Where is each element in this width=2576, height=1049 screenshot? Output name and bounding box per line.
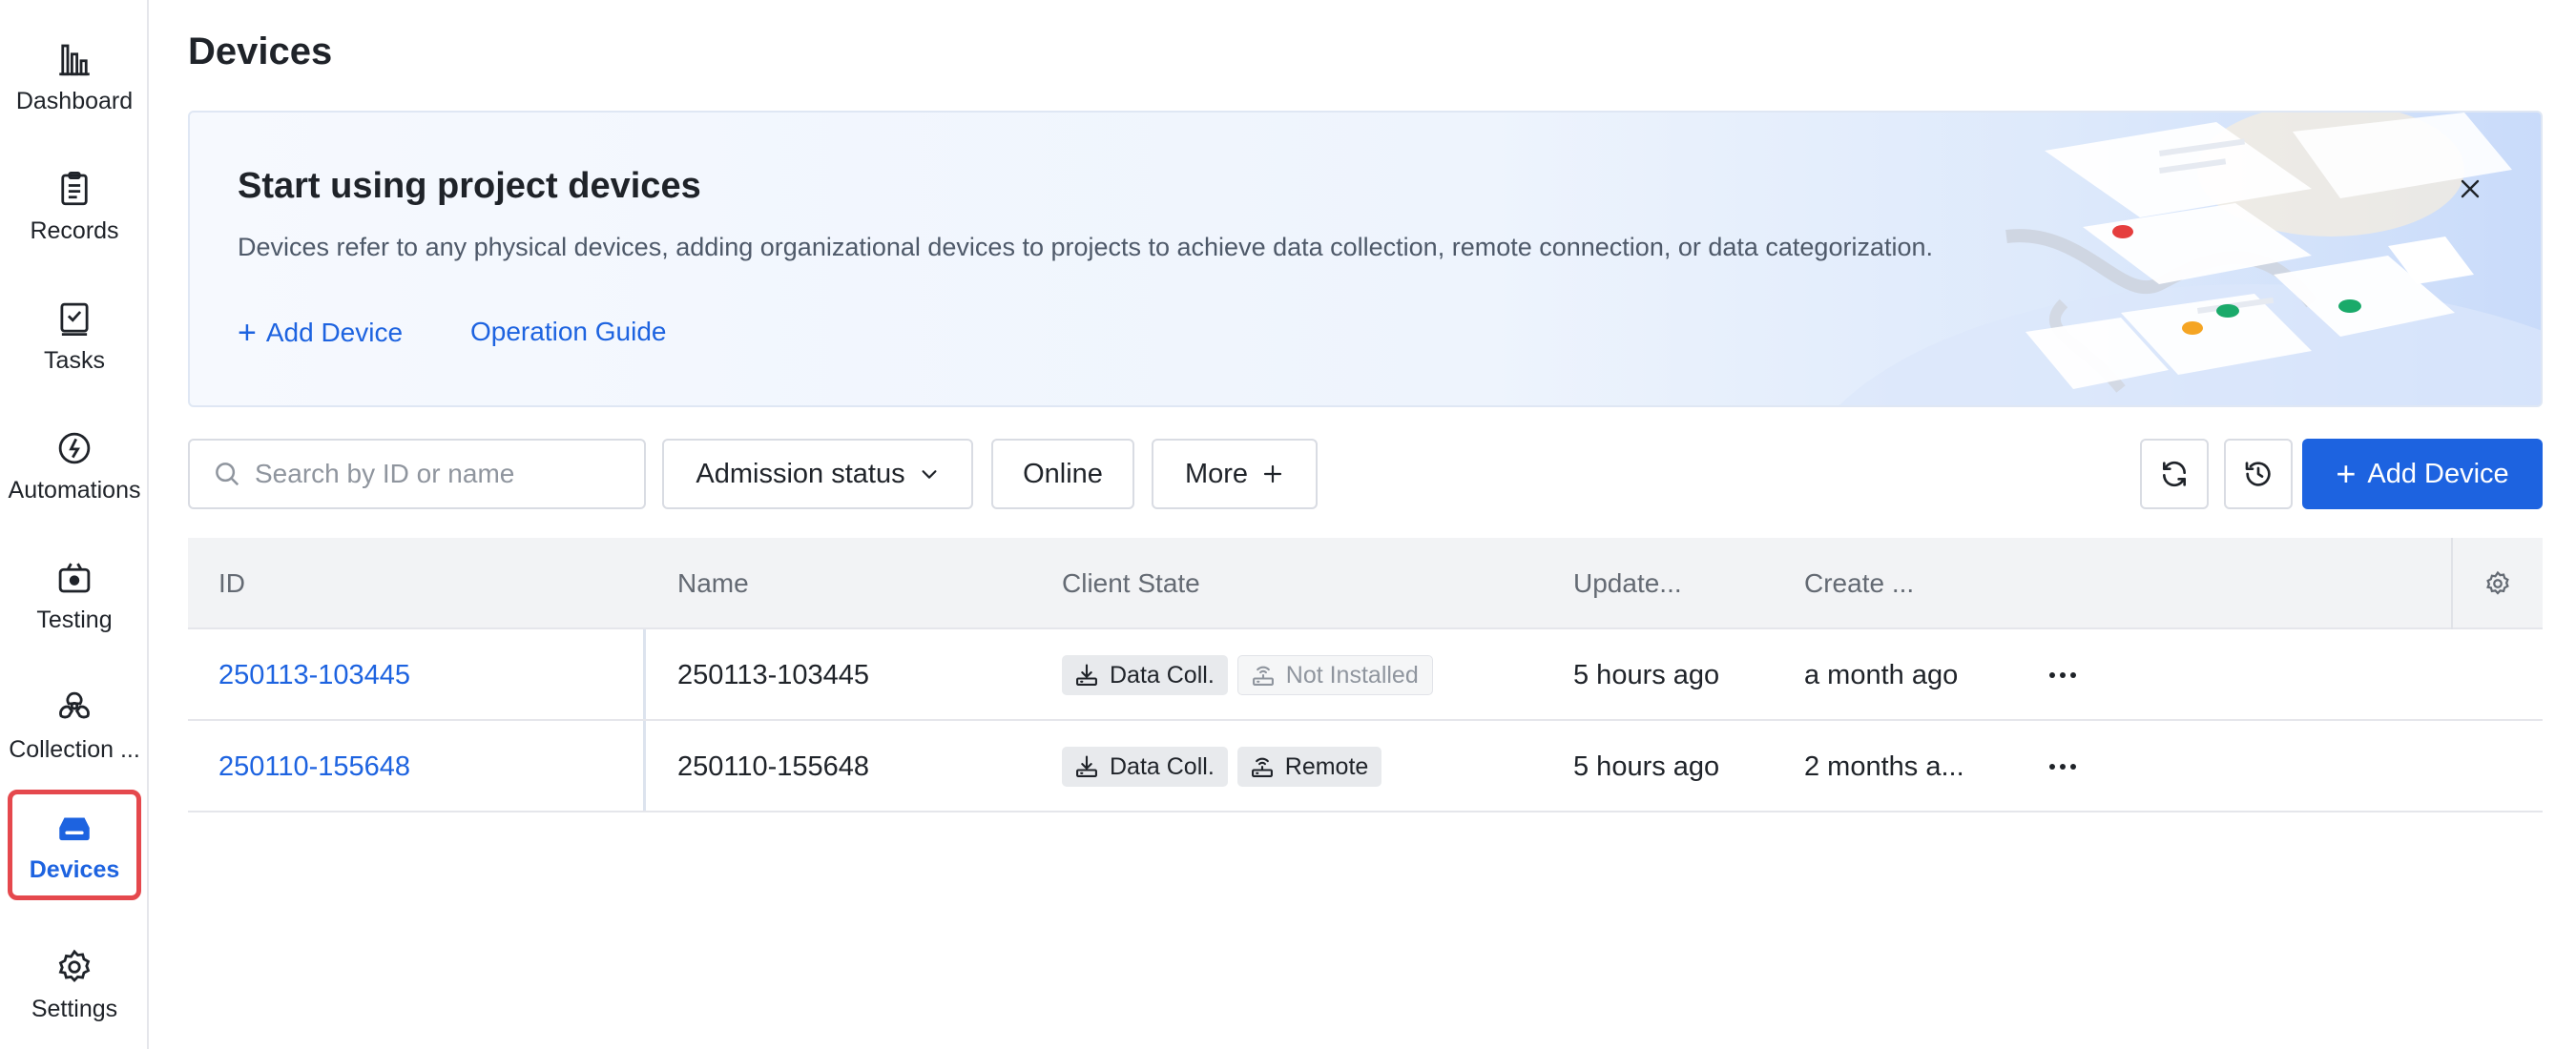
status-badge-label: Remote bbox=[1284, 752, 1369, 780]
sidebar-item-collection[interactable]: Collection ... bbox=[8, 669, 141, 780]
client-state: Data Coll. Remote bbox=[1062, 721, 1391, 812]
sidebar-item-label: Tasks bbox=[44, 346, 105, 374]
table-row[interactable]: 250113-103445 250113-103445 Data Coll. N… bbox=[188, 629, 2543, 721]
task-check-icon bbox=[53, 298, 95, 339]
client-state: Data Coll. Not Installed bbox=[1062, 629, 1443, 721]
sidebar-item-label: Automations bbox=[8, 476, 141, 504]
gear-icon bbox=[2486, 570, 2509, 595]
search-input[interactable] bbox=[255, 459, 636, 489]
sidebar-item-label: Records bbox=[30, 216, 119, 244]
search-box[interactable] bbox=[188, 439, 646, 509]
operation-guide-label: Operation Guide bbox=[470, 317, 667, 346]
add-device-label: Add Device bbox=[2367, 458, 2509, 489]
plus-icon bbox=[1261, 463, 1284, 485]
table-row[interactable]: 250110-155648 250110-155648 Data Coll. R… bbox=[188, 721, 2543, 812]
row-actions-button[interactable] bbox=[2048, 721, 2077, 812]
column-header-created[interactable]: Create ... bbox=[1804, 538, 1914, 629]
online-filter-button[interactable]: Online bbox=[991, 439, 1134, 509]
device-id-link[interactable]: 250113-103445 bbox=[218, 629, 410, 721]
column-header-updated[interactable]: Update... bbox=[1573, 538, 1682, 629]
status-badge-label: Data Coll. bbox=[1110, 661, 1215, 689]
status-badge-label: Not Installed bbox=[1285, 661, 1419, 689]
onboarding-banner: Start using project devices Devices refe… bbox=[188, 111, 2543, 407]
status-badge: Data Coll. bbox=[1062, 747, 1228, 787]
more-filters-label: More bbox=[1184, 458, 1249, 489]
download-icon bbox=[1076, 755, 1097, 777]
status-badge: Data Coll. bbox=[1062, 655, 1228, 695]
router-icon bbox=[1252, 666, 1274, 686]
banner-close-button[interactable] bbox=[2453, 172, 2487, 206]
sidebar: Dashboard Records Tasks Automations Test… bbox=[0, 0, 149, 1049]
operation-guide-link[interactable]: Operation Guide bbox=[470, 317, 666, 347]
more-filters-button[interactable]: More bbox=[1152, 439, 1318, 509]
created-time: 2 months a... bbox=[1804, 751, 1964, 782]
sidebar-item-testing[interactable]: Testing bbox=[8, 540, 141, 650]
device-id-link[interactable]: 250110-155648 bbox=[218, 721, 410, 812]
admission-status-dropdown[interactable]: Admission status bbox=[662, 439, 973, 509]
plus-icon: + bbox=[2336, 454, 2357, 493]
online-filter-label: Online bbox=[1023, 458, 1103, 489]
automation-icon bbox=[53, 427, 95, 469]
status-badge: Not Installed bbox=[1236, 655, 1433, 695]
history-button[interactable] bbox=[2224, 439, 2293, 509]
banner-title: Start using project devices bbox=[238, 166, 701, 206]
more-dots-icon bbox=[2049, 672, 2076, 678]
refresh-icon bbox=[2163, 461, 2186, 487]
add-device-button[interactable]: + Add Device bbox=[2302, 439, 2543, 509]
chevron-down-icon bbox=[919, 463, 940, 484]
history-icon bbox=[2245, 462, 2271, 486]
sidebar-item-label: Collection ... bbox=[9, 735, 140, 763]
sidebar-item-automations[interactable]: Automations bbox=[8, 410, 141, 521]
banner-add-device-label: Add Device bbox=[265, 318, 404, 347]
status-badge: Remote bbox=[1236, 747, 1382, 787]
column-settings-button[interactable] bbox=[2453, 538, 2543, 629]
admission-status-label: Admission status bbox=[696, 458, 905, 489]
page-title: Devices bbox=[188, 31, 333, 72]
sidebar-item-label: Testing bbox=[36, 606, 113, 633]
router-icon bbox=[1251, 757, 1273, 777]
column-header-client-state[interactable]: Client State bbox=[1062, 538, 1200, 629]
sidebar-item-label: Settings bbox=[31, 995, 118, 1022]
updated-time: 5 hours ago bbox=[1573, 659, 1720, 690]
column-header-name[interactable]: Name bbox=[677, 538, 749, 629]
clipboard-icon bbox=[53, 168, 95, 210]
device-icon bbox=[53, 807, 95, 849]
updated-time: 5 hours ago bbox=[1573, 751, 1720, 782]
toolbar: Admission status Online More + Add Devic… bbox=[188, 439, 2543, 509]
device-name: 250113-103445 bbox=[677, 659, 870, 690]
sidebar-item-settings[interactable]: Settings bbox=[8, 929, 141, 1039]
close-icon bbox=[2461, 179, 2480, 198]
search-icon bbox=[216, 463, 239, 486]
sidebar-item-label: Devices bbox=[29, 855, 120, 883]
column-header-id[interactable]: ID bbox=[218, 538, 245, 629]
sidebar-item-label: Dashboard bbox=[15, 87, 134, 114]
refresh-button[interactable] bbox=[2140, 439, 2209, 509]
sidebar-item-records[interactable]: Records bbox=[8, 151, 141, 261]
plus-icon: + bbox=[238, 315, 257, 351]
devices-table: ID Name Client State Update... Create ..… bbox=[188, 538, 2543, 812]
banner-description: Devices refer to any physical devices, a… bbox=[238, 233, 1934, 261]
testing-icon bbox=[53, 557, 95, 599]
sidebar-item-tasks[interactable]: Tasks bbox=[8, 280, 141, 391]
sidebar-item-dashboard[interactable]: Dashboard bbox=[8, 21, 141, 132]
gear-icon bbox=[53, 946, 95, 988]
row-actions-button[interactable] bbox=[2048, 629, 2077, 721]
sidebar-item-devices[interactable]: Devices bbox=[8, 790, 141, 900]
table-header: ID Name Client State Update... Create ..… bbox=[188, 538, 2543, 629]
chart-bar-icon bbox=[53, 38, 95, 80]
status-badge-label: Data Coll. bbox=[1110, 752, 1215, 780]
more-dots-icon bbox=[2049, 764, 2076, 770]
created-time: a month ago bbox=[1804, 659, 1959, 690]
collection-icon bbox=[53, 687, 95, 729]
banner-add-device-link[interactable]: + Add Device bbox=[238, 317, 403, 349]
download-icon bbox=[1076, 664, 1097, 686]
device-name: 250110-155648 bbox=[677, 751, 870, 782]
